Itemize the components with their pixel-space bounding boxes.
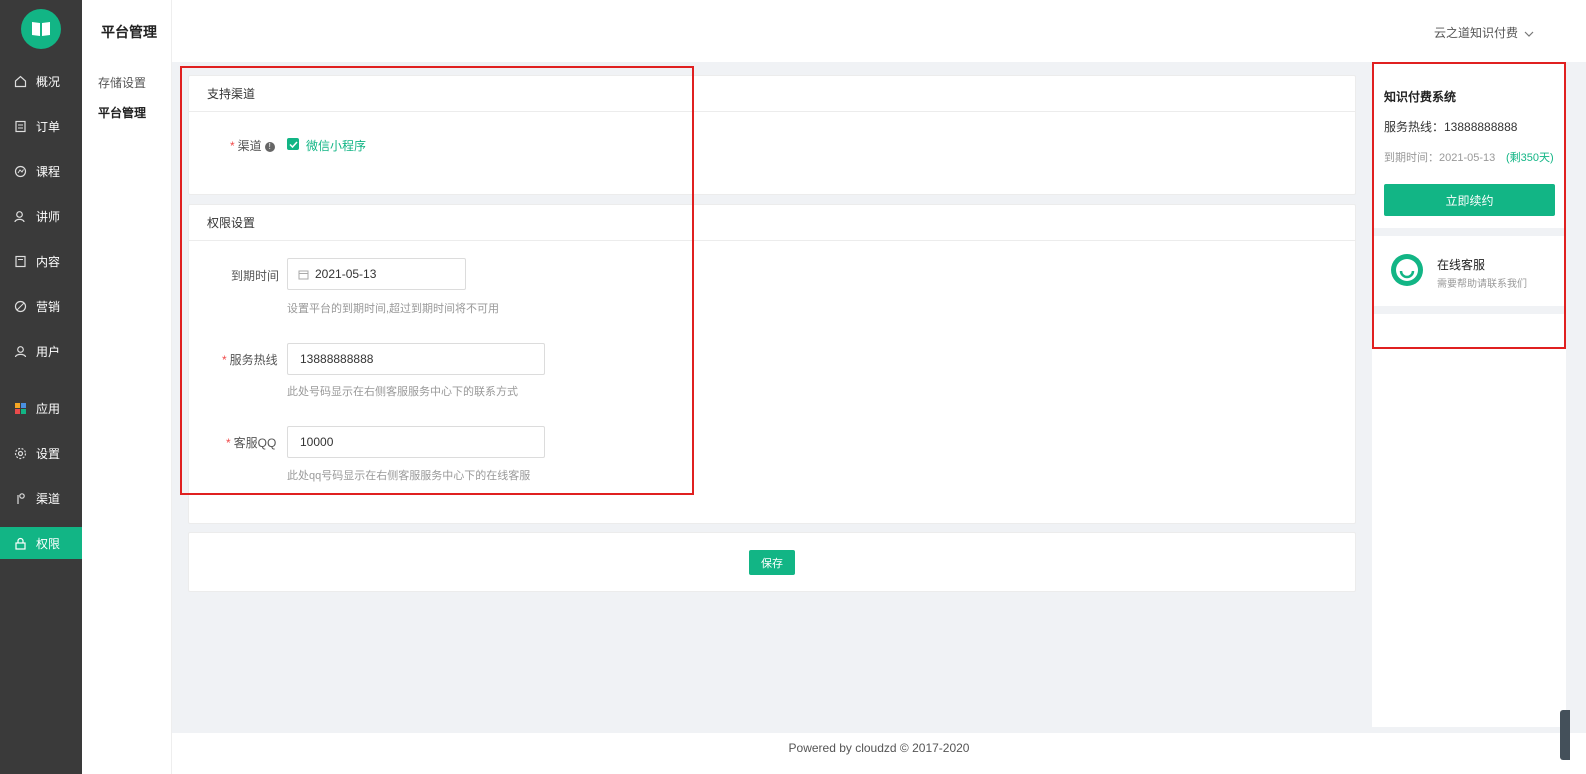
sidebar-item-label: 营销 xyxy=(36,299,61,314)
sidebar-item-apps[interactable]: 应用 xyxy=(0,392,82,424)
top-header: 云之道知识付费 xyxy=(172,0,1586,62)
course-icon xyxy=(13,164,27,178)
qq-input[interactable] xyxy=(287,426,545,458)
sidebar-item-orders[interactable]: 订单 xyxy=(0,110,82,142)
channel-label-text: 渠道 xyxy=(237,139,262,153)
hotline-hint: 此处号码显示在右侧客服服务中心下的联系方式 xyxy=(287,386,518,398)
book-icon[interactable] xyxy=(21,9,61,49)
required-mark: * xyxy=(226,436,231,450)
sub-sidebar: 平台管理 存储设置 平台管理 xyxy=(82,0,172,774)
calendar-icon xyxy=(298,269,309,280)
divider xyxy=(1372,228,1566,236)
subnav-item-storage-settings[interactable]: 存储设置 xyxy=(98,74,146,91)
online-service-title[interactable]: 在线客服 xyxy=(1437,256,1485,273)
user-icon xyxy=(13,344,27,358)
subnav-title: 平台管理 xyxy=(101,24,157,40)
customer-service-icon[interactable] xyxy=(1389,252,1425,288)
required-mark: * xyxy=(222,353,227,367)
info-icon[interactable]: ! xyxy=(264,141,275,152)
chevron-down-icon xyxy=(1524,26,1534,40)
subnav-item-platform-management[interactable]: 平台管理 xyxy=(98,104,146,121)
user-menu[interactable]: 云之道知识付费 xyxy=(1434,24,1534,41)
sidebar-item-label: 设置 xyxy=(36,446,61,461)
card-title: 支持渠道 xyxy=(189,76,1355,112)
hotline-label-text: 服务热线 xyxy=(229,353,278,367)
sidebar-item-courses[interactable]: 课程 xyxy=(0,155,82,187)
save-button[interactable]: 保存 xyxy=(749,550,795,575)
service-hotline: 服务热线：13888888888 xyxy=(1384,120,1518,134)
sidebar-item-teachers[interactable]: 讲师 xyxy=(0,200,82,232)
home-icon xyxy=(13,74,27,88)
sidebar-item-label: 课程 xyxy=(36,164,61,179)
expire-date-value: 2021-05-13 xyxy=(315,267,377,281)
qq-hint: 此处qq号码显示在右侧客服服务中心下的在线客服 xyxy=(287,470,531,482)
sidebar-item-overview[interactable]: 概况 xyxy=(0,65,82,97)
expire-label: 到期时间 xyxy=(231,269,280,283)
sidebar-item-label: 内容 xyxy=(36,254,61,269)
footer-text: Powered by cloudzd © 2017-2020 xyxy=(788,741,970,755)
content-icon xyxy=(13,254,27,268)
online-service-subtitle: 需要帮助请联系我们 xyxy=(1437,279,1527,290)
system-title: 知识付费系统 xyxy=(1384,90,1457,104)
apps-icon xyxy=(13,401,27,415)
channel-card: 支持渠道 xyxy=(188,75,1356,195)
sidebar-item-label: 应用 xyxy=(36,401,61,416)
expire-date-text: 到期时间：2021-05-13 xyxy=(1384,152,1496,164)
channel-label: * 渠道! xyxy=(230,137,275,154)
sidebar-item-content[interactable]: 内容 xyxy=(0,245,82,277)
expire-date-picker[interactable]: 2021-05-13 xyxy=(287,258,466,290)
footer: Powered by cloudzd © 2017-2020 xyxy=(172,733,1586,774)
sidebar-item-label: 讲师 xyxy=(36,209,61,224)
hotline-label: * 服务热线 xyxy=(222,351,278,368)
service-panel: 知识付费系统 服务热线：13888888888 到期时间：2021-05-13 … xyxy=(1372,62,1566,727)
sidebar-item-settings[interactable]: 设置 xyxy=(0,437,82,469)
user-menu-label: 云之道知识付费 xyxy=(1433,26,1518,40)
sidebar-item-label: 用户 xyxy=(36,344,61,359)
sidebar-item-label: 概况 xyxy=(36,74,61,89)
renew-button[interactable]: 立即续约 xyxy=(1384,184,1555,216)
remaining-days: (剩350天) xyxy=(1506,152,1554,164)
sidebar-item-channels[interactable]: 渠道 xyxy=(0,482,82,514)
sidebar-item-label: 权限 xyxy=(36,536,61,551)
channel-icon xyxy=(13,491,27,505)
sidebar-item-permissions[interactable]: 权限 xyxy=(0,527,82,559)
side-scroll-handle[interactable] xyxy=(1560,710,1570,760)
main-sidebar: 概况 订单 课程 讲师 内容 营销 用户 应用 设置 渠道 权限 xyxy=(0,0,82,774)
hotline-input[interactable] xyxy=(287,343,545,375)
qq-label: * 客服QQ xyxy=(226,434,276,451)
divider xyxy=(1372,306,1566,314)
expire-hint: 设置平台的到期时间,超过到期时间将不可用 xyxy=(287,303,500,315)
lock-icon xyxy=(13,536,27,550)
teacher-icon xyxy=(13,209,27,223)
card-title: 权限设置 xyxy=(189,205,1355,241)
marketing-icon xyxy=(13,299,27,313)
sidebar-item-users[interactable]: 用户 xyxy=(0,335,82,367)
sidebar-item-marketing[interactable]: 营销 xyxy=(0,290,82,322)
qq-label-text: 客服QQ xyxy=(233,436,277,450)
sidebar-item-label: 订单 xyxy=(36,119,61,134)
sidebar-item-label: 渠道 xyxy=(36,491,61,506)
required-mark: * xyxy=(230,139,235,153)
wechat-miniprogram-checkbox[interactable] xyxy=(287,138,299,150)
gear-icon xyxy=(13,446,27,460)
order-icon xyxy=(13,119,27,133)
wechat-miniprogram-label[interactable]: 微信小程序 xyxy=(306,137,366,154)
